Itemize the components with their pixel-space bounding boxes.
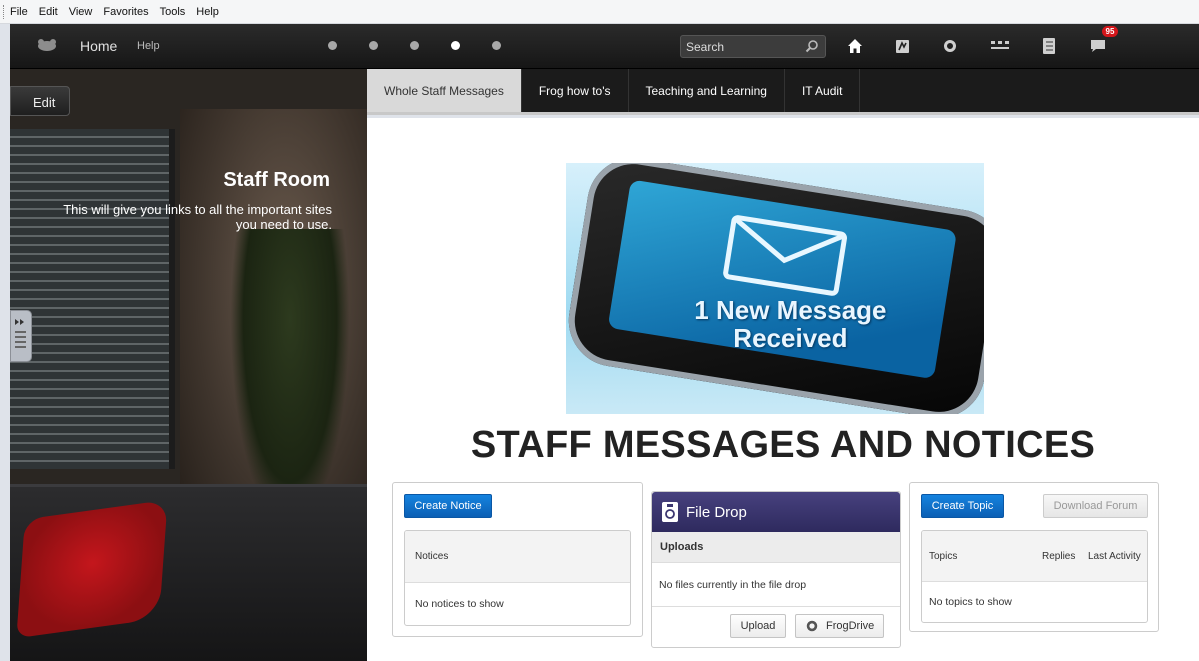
frog-drive-icon[interactable] xyxy=(891,36,913,56)
notification-badge[interactable]: 95 xyxy=(1102,26,1118,37)
phone-illustration: 1 New Message Received xyxy=(566,163,984,414)
menu-help[interactable]: Help xyxy=(196,6,219,18)
page-dot[interactable] xyxy=(492,41,501,50)
forum-panel: Create Topic Download Forum Topics Repli… xyxy=(909,482,1159,632)
browser-menu-bar: File Edit View Favorites Tools Help xyxy=(0,0,1199,24)
menu-favorites[interactable]: Favorites xyxy=(103,6,148,18)
topics-header: Topics Replies Last Activity xyxy=(922,531,1147,582)
create-notice-button[interactable]: Create Notice xyxy=(404,494,492,518)
upload-button[interactable]: Upload xyxy=(730,614,786,638)
menu-file[interactable]: File xyxy=(10,6,28,18)
tab-whole-staff-messages[interactable]: Whole Staff Messages xyxy=(367,69,522,112)
tab-it-audit[interactable]: IT Audit xyxy=(785,69,861,112)
page-dot[interactable] xyxy=(328,41,337,50)
page-tab-bar: Whole Staff Messages Frog how to's Teach… xyxy=(367,69,1199,115)
phone-screen: 1 New Message Received xyxy=(607,179,958,380)
frogdrive-button[interactable]: FrogDrive xyxy=(795,614,884,638)
notices-empty: No notices to show xyxy=(415,598,504,610)
frogdrive-label: FrogDrive xyxy=(826,620,875,632)
uploads-header: Uploads xyxy=(652,532,900,563)
home-icon[interactable] xyxy=(844,36,866,56)
notices-list: Notices No notices to show xyxy=(404,530,631,626)
frog-logo-icon[interactable] xyxy=(36,38,58,52)
last-activity-column: Last Activity xyxy=(1088,551,1141,562)
room-description: This will give you links to all the impo… xyxy=(63,202,332,232)
sidebar-toggle-handle[interactable] xyxy=(10,310,32,362)
envelope-icon xyxy=(723,215,848,296)
tab-teaching-and-learning[interactable]: Teaching and Learning xyxy=(629,69,785,112)
menu-edit[interactable]: Edit xyxy=(39,6,58,18)
file-drop-title: File Drop xyxy=(686,503,747,521)
replies-column: Replies xyxy=(1042,551,1076,562)
apps-icon[interactable] xyxy=(989,36,1011,56)
help-link[interactable]: Help xyxy=(137,40,160,52)
file-drop-header: File Drop xyxy=(652,492,900,532)
notices-header: Notices xyxy=(405,531,630,583)
notebook-icon[interactable] xyxy=(1038,36,1060,56)
file-drop-icon xyxy=(662,502,678,522)
page-heading: STAFF MESSAGES AND NOTICES xyxy=(470,424,1096,466)
hero-line-1: 1 New Message xyxy=(694,295,887,326)
tab-frog-how-tos[interactable]: Frog how to's xyxy=(522,69,629,112)
page-dot[interactable] xyxy=(410,41,419,50)
menu-view[interactable]: View xyxy=(69,6,93,18)
file-drop-panel: File Drop Uploads No files currently in … xyxy=(651,491,901,648)
frogdrive-swirl-icon xyxy=(806,620,818,632)
topics-empty: No topics to show xyxy=(929,596,1012,608)
room-window-blinds xyxy=(10,129,175,469)
hero-message-text: 1 New Message Received xyxy=(670,295,910,354)
new-message-image: 1 New Message Received xyxy=(566,163,984,414)
room-panel: Edit Staff Room This will give you links… xyxy=(10,69,367,661)
messages-icon[interactable] xyxy=(1087,36,1109,56)
page-dots xyxy=(328,41,533,50)
hero-line-2: Received xyxy=(733,323,848,354)
file-drop-footer: Upload FrogDrive xyxy=(652,606,900,649)
search-icon[interactable] xyxy=(805,39,819,53)
frogdrive-swirl-icon[interactable] xyxy=(939,36,961,56)
home-link[interactable]: Home xyxy=(80,38,117,54)
file-drop-empty: No files currently in the file drop xyxy=(659,579,807,591)
expand-arrows-icon xyxy=(15,319,26,348)
frog-top-bar: Home Help Search 95 xyxy=(10,24,1199,69)
search-placeholder: Search xyxy=(686,40,725,54)
page-dot[interactable] xyxy=(369,41,378,50)
download-forum-button[interactable]: Download Forum xyxy=(1043,494,1148,518)
create-topic-button[interactable]: Create Topic xyxy=(921,494,1004,518)
edit-button[interactable]: Edit xyxy=(10,86,70,116)
room-title: Staff Room xyxy=(223,169,330,191)
menu-tools[interactable]: Tools xyxy=(160,6,186,18)
main-content: 1 New Message Received STAFF MESSAGES AN… xyxy=(367,118,1199,661)
search-input[interactable]: Search xyxy=(680,35,826,58)
notices-panel: Create Notice Notices No notices to show xyxy=(392,482,643,637)
page-dot-active[interactable] xyxy=(451,41,460,50)
toolbar-grip xyxy=(3,5,5,19)
topics-table: Topics Replies Last Activity No topics t… xyxy=(921,530,1148,623)
topics-column: Topics xyxy=(929,551,958,562)
